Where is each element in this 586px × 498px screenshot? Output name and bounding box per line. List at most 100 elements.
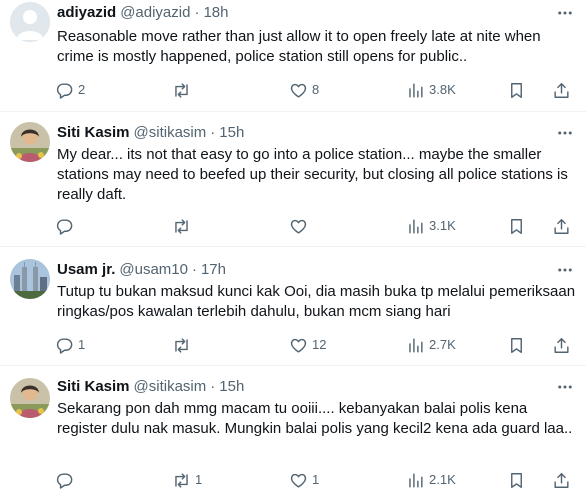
- more-button[interactable]: [552, 3, 578, 23]
- separator-dot: ·: [194, 4, 200, 21]
- retweet-icon: [175, 472, 188, 488]
- reply-feed: adiyazid @adiyazid · 18h Reasonable move…: [0, 0, 586, 498]
- tweet-actions: 1 1 2.1K: [47, 465, 586, 495]
- views-icon: [409, 218, 423, 234]
- reply-button[interactable]: 1: [55, 330, 85, 360]
- views-button[interactable]: 2.7K: [406, 330, 456, 360]
- views-button[interactable]: 3.8K: [406, 75, 456, 105]
- retweet-count: 1: [195, 472, 203, 487]
- separator-dot: ·: [191, 261, 197, 278]
- timestamp[interactable]: 15h: [219, 377, 244, 397]
- reply-count: 2: [78, 82, 86, 97]
- photo-avatar-icon: [10, 378, 50, 418]
- retweet-button[interactable]: [172, 211, 195, 241]
- heart-icon: [290, 338, 307, 353]
- retweet-button[interactable]: 1: [172, 465, 202, 495]
- display-name[interactable]: Siti Kasim: [57, 377, 130, 397]
- retweet-button[interactable]: [172, 330, 195, 360]
- tweet-actions: 1 12 2.7K: [47, 330, 586, 360]
- views-button[interactable]: 2.1K: [406, 465, 456, 495]
- bookmark-button[interactable]: [507, 465, 526, 495]
- photo-avatar-icon: [10, 122, 50, 162]
- share-button[interactable]: [552, 75, 571, 105]
- like-count: 1: [312, 472, 320, 487]
- separator-dot: ·: [210, 124, 216, 141]
- like-count: 12: [312, 337, 327, 352]
- avatar[interactable]: [10, 2, 50, 42]
- avatar[interactable]: [10, 122, 50, 162]
- retweet-icon: [175, 218, 188, 234]
- reply-button[interactable]: [55, 465, 78, 495]
- view-count: 2.1K: [429, 472, 456, 487]
- retweet-icon: [175, 82, 188, 98]
- bookmark-button[interactable]: [507, 75, 526, 105]
- like-count: 8: [312, 82, 320, 97]
- tweet[interactable]: Siti Kasim @sitikasim · 15h My dear... i…: [0, 112, 586, 246]
- tweet[interactable]: Siti Kasim @sitikasim · 15h Sekarang pon…: [0, 366, 586, 498]
- share-button[interactable]: [552, 330, 571, 360]
- bookmark-icon: [511, 472, 522, 488]
- views-button[interactable]: 3.1K: [406, 211, 456, 241]
- bookmark-button[interactable]: [507, 211, 526, 241]
- reply-icon: [56, 337, 73, 354]
- timestamp[interactable]: 15h: [219, 123, 244, 143]
- more-icon: [558, 385, 572, 389]
- display-name[interactable]: Usam jr.: [57, 260, 115, 280]
- views-icon: [409, 337, 423, 353]
- avatar[interactable]: [10, 259, 50, 299]
- bookmark-icon: [511, 218, 522, 234]
- user-handle[interactable]: @sitikasim: [134, 377, 207, 397]
- tweet-actions: 3.1K: [47, 211, 586, 241]
- tweet-text: Tutup tu bukan maksud kunci kak Ooi, dia…: [57, 283, 576, 320]
- view-count: 2.7K: [429, 337, 456, 352]
- like-button[interactable]: 8: [289, 75, 319, 105]
- heart-icon: [290, 219, 307, 234]
- tweet-header: Siti Kasim @sitikasim · 15h: [57, 377, 244, 397]
- bookmark-button[interactable]: [507, 330, 526, 360]
- more-icon: [558, 268, 572, 272]
- reply-icon: [56, 218, 73, 235]
- reply-icon: [56, 472, 73, 489]
- tweet-text: Reasonable move rather than just allow i…: [57, 28, 541, 65]
- view-count: 3.8K: [429, 82, 456, 97]
- more-icon: [558, 131, 572, 135]
- tweet[interactable]: adiyazid @adiyazid · 18h Reasonable move…: [0, 0, 586, 111]
- display-name[interactable]: Siti Kasim: [57, 123, 130, 143]
- city-avatar-icon: [10, 259, 50, 299]
- timestamp[interactable]: 18h: [203, 3, 228, 23]
- timestamp[interactable]: 17h: [201, 260, 226, 280]
- bookmark-icon: [511, 82, 522, 98]
- tweet-header: adiyazid @adiyazid · 18h: [57, 3, 228, 23]
- reply-button[interactable]: 2: [55, 75, 85, 105]
- tweet-actions: 2 8 3.8K: [47, 75, 586, 105]
- like-button[interactable]: [289, 211, 312, 241]
- retweet-icon: [175, 337, 188, 353]
- like-button[interactable]: 1: [289, 465, 319, 495]
- more-button[interactable]: [552, 123, 578, 143]
- more-button[interactable]: [552, 377, 578, 397]
- retweet-button[interactable]: [172, 75, 195, 105]
- reply-icon: [56, 82, 73, 99]
- avatar[interactable]: [10, 378, 50, 418]
- heart-icon: [290, 83, 307, 98]
- tweet[interactable]: Usam jr. @usam10 · 17h Tutup tu bukan ma…: [0, 247, 586, 365]
- separator-dot: ·: [210, 378, 216, 395]
- display-name[interactable]: adiyazid: [57, 3, 116, 23]
- share-icon: [554, 82, 569, 98]
- user-handle[interactable]: @adiyazid: [120, 3, 190, 23]
- like-button[interactable]: 12: [289, 330, 326, 360]
- tweet-header: Siti Kasim @sitikasim · 15h: [57, 123, 244, 143]
- share-button[interactable]: [552, 465, 571, 495]
- more-icon: [558, 11, 572, 15]
- default-avatar-icon: [10, 2, 50, 42]
- views-icon: [409, 82, 423, 98]
- user-handle[interactable]: @usam10: [119, 260, 188, 280]
- share-icon: [554, 337, 569, 353]
- share-icon: [554, 472, 569, 488]
- views-icon: [409, 472, 423, 488]
- tweet-text: My dear... its not that easy to go into …: [57, 146, 568, 203]
- share-button[interactable]: [552, 211, 571, 241]
- reply-button[interactable]: [55, 211, 78, 241]
- more-button[interactable]: [552, 260, 578, 280]
- user-handle[interactable]: @sitikasim: [134, 123, 207, 143]
